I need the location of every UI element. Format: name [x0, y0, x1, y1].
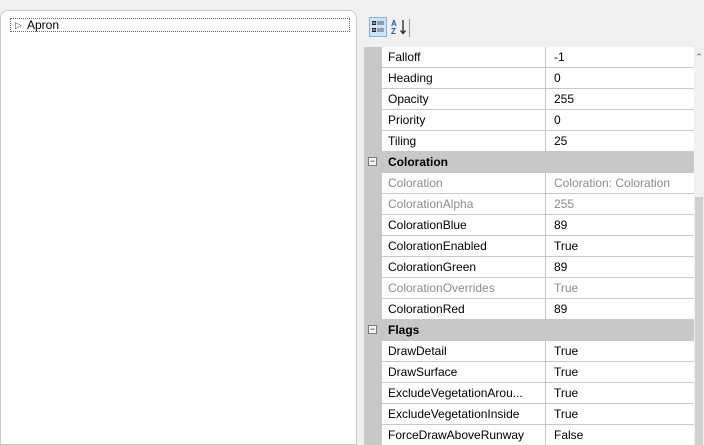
categorized-icon [372, 21, 384, 32]
row-gutter [364, 257, 382, 278]
property-row[interactable]: Falloff -1 [364, 47, 694, 68]
alphabetical-button[interactable]: A Z [390, 17, 408, 37]
property-value[interactable]: 0 [546, 68, 694, 89]
property-row[interactable]: Coloration Coloration: Coloration [364, 173, 694, 194]
property-value[interactable]: -1 [546, 47, 694, 68]
property-name[interactable]: Heading [382, 68, 546, 89]
row-gutter [364, 236, 382, 257]
property-row[interactable]: ColorationEnabled True [364, 236, 694, 257]
property-value: 255 [546, 194, 694, 215]
category-row[interactable]: − Coloration [364, 152, 694, 173]
property-grid-toolbar: A Z [364, 17, 704, 43]
property-name[interactable]: Tiling [382, 131, 546, 152]
property-name[interactable]: ColorationBlue [382, 215, 546, 236]
tree-item-apron[interactable]: ▷ Apron [10, 18, 350, 32]
property-row[interactable]: ColorationOverrides True [364, 278, 694, 299]
property-value[interactable]: 255 [546, 89, 694, 110]
property-row[interactable]: ColorationRed 89 [364, 299, 694, 320]
property-name[interactable]: ExcludeVegetationInside [382, 404, 546, 425]
collapse-icon[interactable]: − [368, 325, 377, 334]
property-grid-rows: Falloff -1 Heading 0 Opacity 255 Priority 0 Tili… [364, 47, 694, 445]
row-gutter [364, 278, 382, 299]
property-row[interactable]: Heading 0 [364, 68, 694, 89]
property-name[interactable]: Coloration [382, 173, 546, 194]
categorized-button[interactable] [369, 17, 387, 37]
row-gutter [364, 362, 382, 383]
property-value: Coloration: Coloration [546, 173, 694, 194]
row-gutter [364, 215, 382, 236]
row-gutter [364, 299, 382, 320]
row-gutter [364, 383, 382, 404]
vertical-scrollbar[interactable]: ⌃ [694, 47, 704, 445]
property-row[interactable]: DrawDetail True [364, 341, 694, 362]
category-label: Flags [388, 323, 420, 337]
scrollbar-thumb[interactable] [695, 197, 703, 445]
property-name[interactable]: ColorationRed [382, 299, 546, 320]
property-name[interactable]: DrawDetail [382, 341, 546, 362]
row-gutter [364, 89, 382, 110]
alpha-glyph-bottom: Z [391, 27, 396, 36]
row-gutter [364, 47, 382, 68]
property-row[interactable]: ForceDrawAboveRunway False [364, 425, 694, 445]
property-row[interactable]: ColorationBlue 89 [364, 215, 694, 236]
row-gutter [364, 173, 382, 194]
property-value[interactable]: 89 [546, 215, 694, 236]
property-row[interactable]: ExcludeVegetationInside True [364, 404, 694, 425]
row-gutter [364, 341, 382, 362]
property-row[interactable]: DrawSurface True [364, 362, 694, 383]
category-row[interactable]: − Flags [364, 320, 694, 341]
tree-item-label: Apron [27, 18, 60, 32]
row-gutter [364, 194, 382, 215]
property-row[interactable]: Opacity 255 [364, 89, 694, 110]
property-row[interactable]: ColorationGreen 89 [364, 257, 694, 278]
expand-arrow-icon[interactable]: ▷ [15, 19, 27, 31]
property-value[interactable]: 0 [546, 110, 694, 131]
property-grid: Falloff -1 Heading 0 Opacity 255 Priority 0 Tili… [364, 47, 704, 445]
row-gutter [364, 68, 382, 89]
property-value[interactable]: True [546, 383, 694, 404]
property-row[interactable]: ColorationAlpha 255 [364, 194, 694, 215]
property-value[interactable]: False [546, 425, 694, 445]
property-name[interactable]: ColorationGreen [382, 257, 546, 278]
property-name[interactable]: Falloff [382, 47, 546, 68]
property-name[interactable]: ColorationOverrides [382, 278, 546, 299]
property-row[interactable]: Priority 0 [364, 110, 694, 131]
property-name[interactable]: ColorationAlpha [382, 194, 546, 215]
property-value[interactable]: True [546, 362, 694, 383]
property-value[interactable]: True [546, 404, 694, 425]
property-value: True [546, 278, 694, 299]
property-name[interactable]: Opacity [382, 89, 546, 110]
row-gutter [364, 404, 382, 425]
property-name[interactable]: Priority [382, 110, 546, 131]
scroll-up-icon[interactable]: ⌃ [695, 53, 703, 62]
property-value[interactable]: True [546, 341, 694, 362]
sort-alphabetical-icon: A Z [391, 19, 406, 36]
property-name[interactable]: ExcludeVegetationArou... [382, 383, 546, 404]
property-value[interactable]: 25 [546, 131, 694, 152]
property-row[interactable]: ExcludeVegetationArou... True [364, 383, 694, 404]
property-value[interactable]: True [546, 236, 694, 257]
row-gutter [364, 425, 382, 445]
toolbar-separator [409, 19, 410, 37]
property-value[interactable]: 89 [546, 257, 694, 278]
property-value[interactable]: 89 [546, 299, 694, 320]
tree-panel: ▷ Apron [0, 10, 357, 445]
category-label: Coloration [388, 155, 448, 169]
row-gutter [364, 131, 382, 152]
property-name[interactable]: ForceDrawAboveRunway [382, 425, 546, 445]
property-name[interactable]: DrawSurface [382, 362, 546, 383]
property-row[interactable]: Tiling 25 [364, 131, 694, 152]
collapse-icon[interactable]: − [368, 157, 377, 166]
property-name[interactable]: ColorationEnabled [382, 236, 546, 257]
row-gutter [364, 110, 382, 131]
